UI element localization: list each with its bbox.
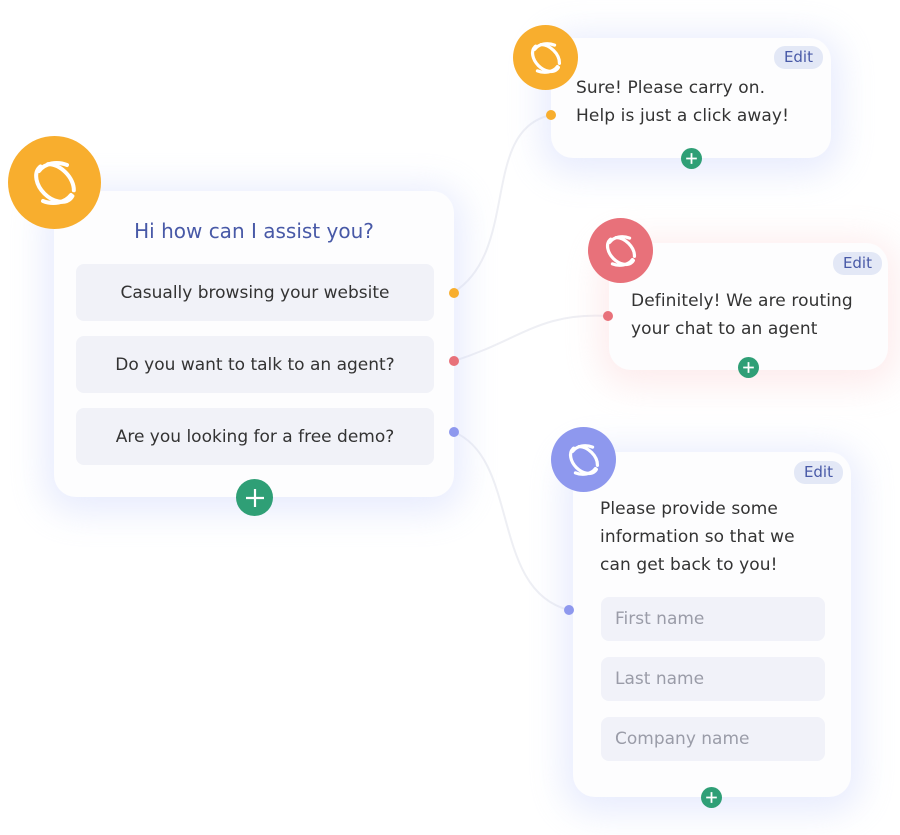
- bot-logo-icon: [605, 234, 636, 267]
- first-name-field[interactable]: [601, 597, 825, 641]
- bot-avatar-browse: [513, 25, 578, 90]
- add-step-button-demo[interactable]: [701, 787, 722, 808]
- connector-dot-red[interactable]: [603, 311, 613, 321]
- connector-browse: [453, 114, 552, 293]
- reply-card-browse: Edit Sure! Please carry on. Help is just…: [551, 38, 831, 158]
- bot-logo-icon: [33, 160, 76, 205]
- connector-dot-purple[interactable]: [449, 427, 459, 437]
- option-browsing[interactable]: Casually browsing your website: [76, 264, 434, 321]
- bot-avatar-agent: [588, 218, 653, 283]
- bot-avatar-demo: [551, 427, 616, 492]
- option-demo[interactable]: Are you looking for a free demo?: [76, 408, 434, 465]
- option-label: Casually browsing your website: [120, 282, 390, 303]
- edit-button[interactable]: Edit: [793, 461, 843, 484]
- edit-button[interactable]: Edit: [832, 252, 882, 275]
- bot-logo-icon: [530, 41, 561, 74]
- bot-avatar-main: [8, 136, 101, 229]
- company-name-field[interactable]: [601, 717, 825, 761]
- plus-icon: [743, 362, 754, 373]
- main-question-card: Hi how can I assist you? Casually browsi…: [54, 191, 454, 497]
- option-label: Are you looking for a free demo?: [115, 426, 395, 447]
- add-step-button-main[interactable]: [236, 479, 273, 516]
- reply-card-demo-form: Edit Please provide some information so …: [573, 452, 851, 797]
- add-step-button-browse[interactable]: [681, 148, 702, 169]
- option-agent[interactable]: Do you want to talk to an agent?: [76, 336, 434, 393]
- connector-dot-red[interactable]: [449, 356, 459, 366]
- add-step-button-agent[interactable]: [738, 357, 759, 378]
- plus-icon: [686, 153, 697, 164]
- connector-dot-orange[interactable]: [449, 288, 459, 298]
- reply-message: Sure! Please carry on. Help is just a cl…: [576, 78, 789, 126]
- reply-message: Please provide some information so that …: [600, 499, 795, 575]
- connector-agent: [453, 314, 609, 362]
- last-name-field[interactable]: [601, 657, 825, 701]
- reply-message: Definitely! We are routing your chat to …: [631, 291, 853, 339]
- plus-icon: [706, 792, 717, 803]
- main-card-title: Hi how can I assist you?: [134, 219, 374, 243]
- bot-logo-icon: [568, 443, 599, 476]
- plus-icon: [245, 488, 264, 507]
- edit-button[interactable]: Edit: [773, 46, 823, 69]
- connector-dot-purple[interactable]: [564, 605, 574, 615]
- connector-dot-orange[interactable]: [546, 110, 556, 120]
- option-label: Do you want to talk to an agent?: [115, 354, 395, 375]
